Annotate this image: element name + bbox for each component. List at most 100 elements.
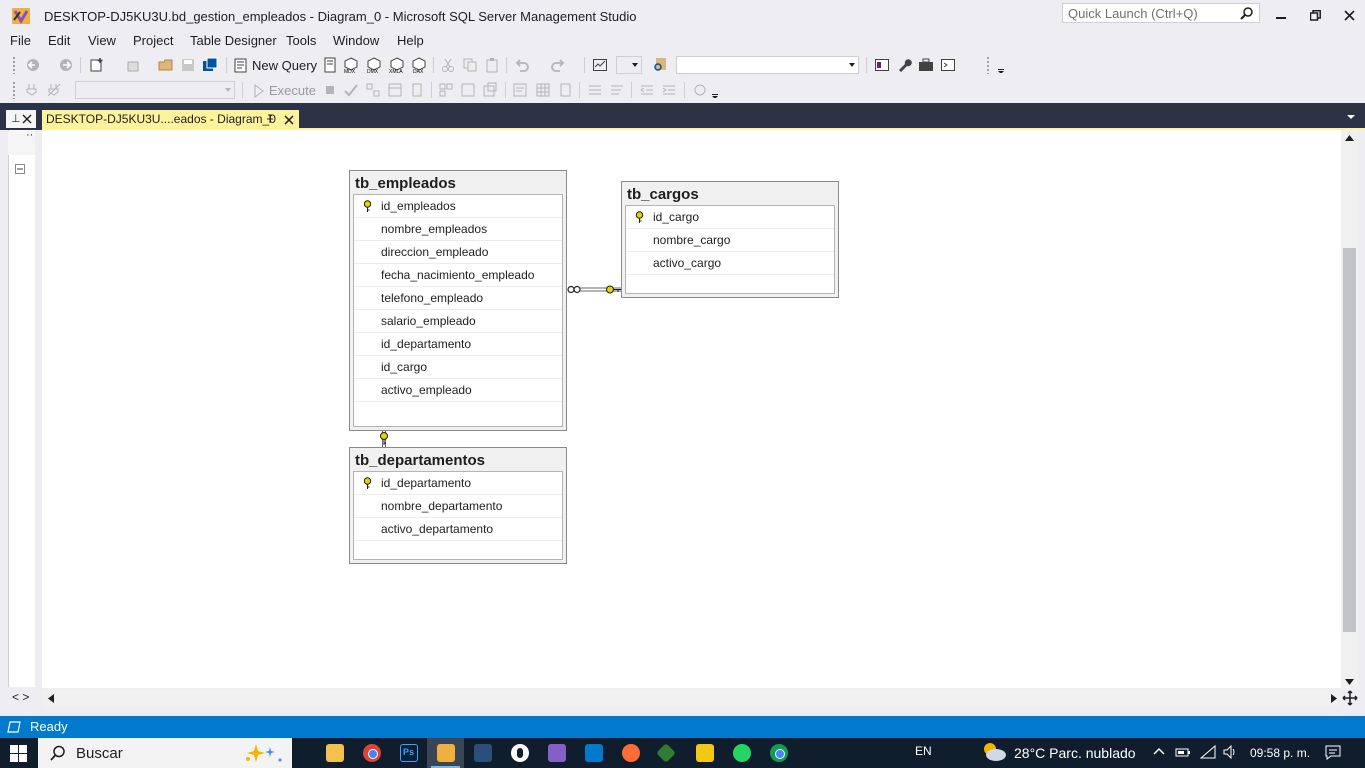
uncomment-lines-icon[interactable] <box>609 82 625 98</box>
command-window-icon[interactable] <box>940 57 956 73</box>
new-query-icon[interactable] <box>233 57 249 73</box>
table-tb-empleados[interactable]: tb_empleados id_empleados nombre_emplead… <box>349 170 567 431</box>
available-databases-dropdown[interactable] <box>75 81 235 99</box>
pin-tab-icon[interactable] <box>265 114 275 125</box>
column-row[interactable]: salario_empleado <box>354 310 562 333</box>
intellisense-icon[interactable] <box>409 82 425 98</box>
column-row[interactable]: nombre_departamento <box>354 495 562 518</box>
file-explorer-icon[interactable] <box>326 744 344 762</box>
column-row[interactable]: id_empleados <box>354 195 562 218</box>
object-explorer-icon[interactable] <box>874 57 890 73</box>
redo-icon[interactable] <box>550 57 566 73</box>
output-window-icon[interactable] <box>7 721 21 733</box>
properties-wrench-icon[interactable] <box>896 57 912 73</box>
include-plan-icon[interactable] <box>438 82 454 98</box>
table-tb-departamentos[interactable]: tb_departamentos id_departamento nombre_… <box>349 447 567 564</box>
menu-file[interactable]: File <box>10 33 31 48</box>
decrease-indent-icon[interactable] <box>639 82 655 98</box>
results-to-text-icon[interactable] <box>512 82 528 98</box>
tab-overflow-icon[interactable] <box>1346 113 1356 121</box>
toolbar-options-icon[interactable] <box>710 82 726 98</box>
vertical-scroll-thumb[interactable] <box>1343 248 1356 632</box>
collapse-icon[interactable] <box>15 164 25 174</box>
postman-icon[interactable] <box>622 744 640 762</box>
clock[interactable]: 09:58 p. m. <box>1250 746 1310 760</box>
menu-edit[interactable]: Edit <box>48 33 70 48</box>
search-combobox[interactable] <box>676 56 859 74</box>
mdx-query-icon[interactable]: MDX <box>343 57 359 73</box>
input-language[interactable]: EN <box>915 744 932 758</box>
new-query-button[interactable]: New Query <box>252 58 317 73</box>
open-file-icon[interactable] <box>158 57 174 73</box>
forward-icon[interactable] <box>58 57 74 73</box>
scroll-down-icon[interactable] <box>1345 679 1354 685</box>
volume-icon[interactable] <box>1222 745 1238 759</box>
database-engine-query-icon[interactable] <box>322 57 338 73</box>
xmla-query-icon[interactable]: XMLA <box>389 57 405 73</box>
weather-text[interactable]: 28°C Parc. nublado <box>1014 745 1136 761</box>
column-row[interactable]: id_cargo <box>626 206 834 229</box>
query-designer-icon[interactable] <box>387 82 403 98</box>
relationship-empleados-cargos[interactable] <box>560 280 630 300</box>
column-row[interactable]: id_cargo <box>354 356 562 379</box>
tab-diagram-0[interactable]: DESKTOP-DJ5KU3U....eados - Diagram_0 <box>42 110 299 129</box>
notifications-icon[interactable] <box>1325 745 1341 760</box>
quick-launch-input[interactable]: Quick Launch (Ctrl+Q) <box>1062 3 1260 23</box>
menu-table-designer[interactable]: Table Designer <box>190 33 277 48</box>
specify-template-values-icon[interactable] <box>692 82 708 98</box>
solution-config-dropdown[interactable] <box>616 56 642 74</box>
auto-hide-pane-tab[interactable]: ⊥ <box>6 110 36 128</box>
toolbar-grip[interactable] <box>12 56 16 74</box>
toolbar-grip[interactable] <box>986 56 990 74</box>
power-bi-icon[interactable] <box>696 744 714 762</box>
column-row[interactable]: activo_empleado <box>354 379 562 402</box>
battery-icon[interactable] <box>1175 746 1191 758</box>
display-plan-icon[interactable] <box>365 82 381 98</box>
menu-window[interactable]: Window <box>333 33 379 48</box>
menu-view[interactable]: View <box>88 33 116 48</box>
disconnect-icon[interactable] <box>46 82 62 98</box>
chrome-icon[interactable] <box>363 744 381 762</box>
dax-query-icon[interactable]: DAX <box>411 57 427 73</box>
comment-lines-icon[interactable] <box>587 82 603 98</box>
pan-move-icon[interactable] <box>1342 690 1358 706</box>
column-row[interactable]: nombre_cargo <box>626 229 834 252</box>
menu-project[interactable]: Project <box>133 33 173 48</box>
scroll-right-icon[interactable] <box>1331 694 1337 703</box>
azure-data-studio-icon[interactable] <box>474 744 492 762</box>
restore-button[interactable] <box>1298 4 1332 26</box>
results-to-grid-icon[interactable] <box>535 82 551 98</box>
toolbar-grip[interactable] <box>12 81 16 99</box>
cancel-query-icon[interactable] <box>322 82 338 98</box>
column-row[interactable]: id_departamento <box>354 333 562 356</box>
photoshop-icon[interactable]: Ps <box>400 744 418 762</box>
dmx-query-icon[interactable]: DMX <box>366 57 382 73</box>
vs-code-icon[interactable] <box>585 744 603 762</box>
results-to-file-icon[interactable] <box>557 82 573 98</box>
column-row[interactable]: id_departamento <box>354 472 562 495</box>
cut-icon[interactable] <box>440 57 456 73</box>
add-item-icon[interactable] <box>125 57 141 73</box>
close-window-button[interactable] <box>1332 4 1365 26</box>
back-icon[interactable] <box>25 57 41 73</box>
windows-start-icon[interactable] <box>10 745 27 762</box>
wifi-icon[interactable] <box>1200 745 1216 759</box>
show-hidden-icons-icon[interactable] <box>1153 747 1165 755</box>
chrome-profile-icon[interactable] <box>770 744 788 762</box>
more-icon[interactable]: ·· <box>26 129 33 141</box>
search-highlight-icon[interactable] <box>242 742 286 764</box>
whatsapp-icon[interactable] <box>733 744 751 762</box>
save-icon[interactable] <box>180 57 196 73</box>
execute-button[interactable]: Execute <box>269 83 316 98</box>
table-tb-cargos[interactable]: tb_cargos id_cargo nombre_cargo activo_c… <box>621 181 839 298</box>
connect-icon[interactable] <box>24 82 40 98</box>
column-row[interactable]: fecha_nacimiento_empleado <box>354 264 562 287</box>
increase-indent-icon[interactable] <box>661 82 677 98</box>
weather-partly-cloudy-icon[interactable] <box>980 740 1008 764</box>
scroll-left-icon[interactable] <box>48 694 54 703</box>
pin-icon[interactable]: ⊥ <box>11 112 21 125</box>
execute-icon[interactable] <box>251 83 267 99</box>
new-project-icon[interactable] <box>89 57 105 73</box>
copy-icon[interactable] <box>462 57 478 73</box>
client-stats-icon[interactable] <box>482 82 498 98</box>
